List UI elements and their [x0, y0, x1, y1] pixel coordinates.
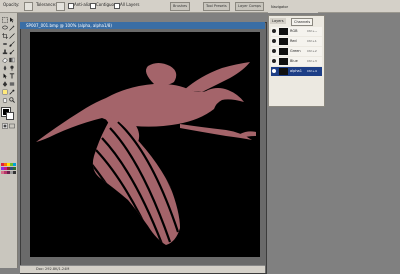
zoom-tool-icon[interactable] — [9, 97, 15, 103]
notes-tool-icon[interactable] — [2, 89, 8, 95]
layers-channels-panel: Layers Channels RGB Ctrl+~ Red Ctrl+1 Gr… — [268, 15, 325, 107]
channel-row-alpha1[interactable]: alpha1 Ctrl+4 — [271, 67, 322, 76]
magic-wand-tool-icon[interactable] — [9, 25, 15, 31]
rectangle-tool-icon[interactable] — [9, 81, 15, 87]
channel-thumbnail — [279, 38, 288, 45]
tab-channels[interactable]: Channels — [291, 18, 314, 26]
type-tool-icon[interactable] — [9, 73, 15, 79]
slice-tool-icon[interactable] — [9, 33, 15, 39]
dodge-tool-icon[interactable] — [9, 65, 15, 71]
options-bar: Opacity: Tolerance: Anti-alias Contiguou… — [0, 0, 400, 13]
eye-icon[interactable] — [272, 69, 276, 73]
channel-row-blue[interactable]: Blue Ctrl+3 — [271, 57, 322, 66]
channel-name: Green — [290, 49, 301, 53]
eye-icon[interactable] — [272, 39, 276, 43]
tab-brushes[interactable]: Brushes — [170, 2, 191, 11]
blur-tool-icon[interactable] — [2, 65, 8, 71]
tab-layers[interactable]: Layers — [270, 18, 286, 24]
eye-icon[interactable] — [272, 59, 276, 63]
image-canvas[interactable] — [30, 32, 260, 257]
swatch[interactable] — [13, 171, 16, 174]
channel-shortcut: Ctrl+~ — [307, 29, 318, 33]
channel-thumbnail — [279, 48, 288, 55]
channel-row-red[interactable]: Red Ctrl+1 — [271, 37, 322, 46]
tab-layer-comps[interactable]: Layer Comps — [235, 2, 264, 11]
channel-shortcut: Ctrl+4 — [307, 69, 317, 73]
document-status-text: Doc: 292.8K/1.24M — [36, 267, 70, 271]
brush-tool-icon[interactable] — [9, 41, 15, 47]
all-layers-label: All Layers — [120, 2, 140, 7]
tab-navigator[interactable]: Navigator — [269, 4, 290, 10]
path-selection-tool-icon[interactable] — [2, 73, 8, 79]
eye-icon[interactable] — [272, 49, 276, 53]
crop-tool-icon[interactable] — [2, 33, 8, 39]
opacity-label: Opacity: — [3, 2, 20, 7]
channel-name: Blue — [290, 59, 298, 63]
pen-tool-icon[interactable] — [2, 81, 8, 87]
channel-thumbnail — [279, 68, 288, 75]
tolerance-label: Tolerance: — [36, 2, 57, 7]
opacity-field[interactable] — [24, 2, 33, 11]
tolerance-field[interactable] — [56, 2, 65, 11]
tab-tool-presets[interactable]: Tool Presets — [203, 2, 230, 11]
document-title: SP007_001.bmp @ 100% (alpha, alpha1/8) — [26, 23, 112, 28]
quick-mask-icon[interactable] — [2, 123, 8, 129]
channel-thumbnail — [279, 28, 288, 35]
history-brush-tool-icon[interactable] — [9, 49, 15, 55]
channel-row-rgb[interactable]: RGB Ctrl+~ — [271, 27, 322, 36]
swatch[interactable] — [13, 163, 16, 166]
hand-tool-icon[interactable] — [2, 97, 8, 103]
channel-name: Red — [290, 39, 297, 43]
channel-shortcut: Ctrl+3 — [307, 59, 317, 63]
channel-shortcut: Ctrl+1 — [307, 39, 317, 43]
channel-row-green[interactable]: Green Ctrl+2 — [271, 47, 322, 56]
heron-silhouette — [36, 62, 256, 245]
channel-name: alpha1 — [290, 69, 302, 73]
document-title-bar[interactable]: SP007_001.bmp @ 100% (alpha, alpha1/8) — [20, 22, 265, 29]
clone-stamp-tool-icon[interactable] — [2, 49, 8, 55]
move-tool-icon[interactable] — [9, 17, 15, 23]
toolbox — [0, 13, 18, 268]
channel-thumbnail — [279, 58, 288, 65]
eye-icon[interactable] — [272, 29, 276, 33]
healing-brush-tool-icon[interactable] — [2, 41, 8, 47]
swatch[interactable] — [13, 167, 16, 170]
background-color-swatch[interactable] — [6, 112, 14, 120]
eyedropper-tool-icon[interactable] — [9, 89, 15, 95]
screen-mode-icon[interactable] — [9, 123, 15, 129]
document-status-bar: Doc: 292.8K/1.24M — [20, 265, 265, 273]
eraser-tool-icon[interactable] — [2, 57, 8, 63]
channel-name: RGB — [290, 29, 298, 33]
navigator-panel: Navigator — [268, 3, 318, 13]
channel-shortcut: Ctrl+2 — [307, 49, 317, 53]
lasso-tool-icon[interactable] — [2, 25, 8, 31]
marquee-tool-icon[interactable] — [2, 17, 8, 23]
gradient-tool-icon[interactable] — [9, 57, 15, 63]
